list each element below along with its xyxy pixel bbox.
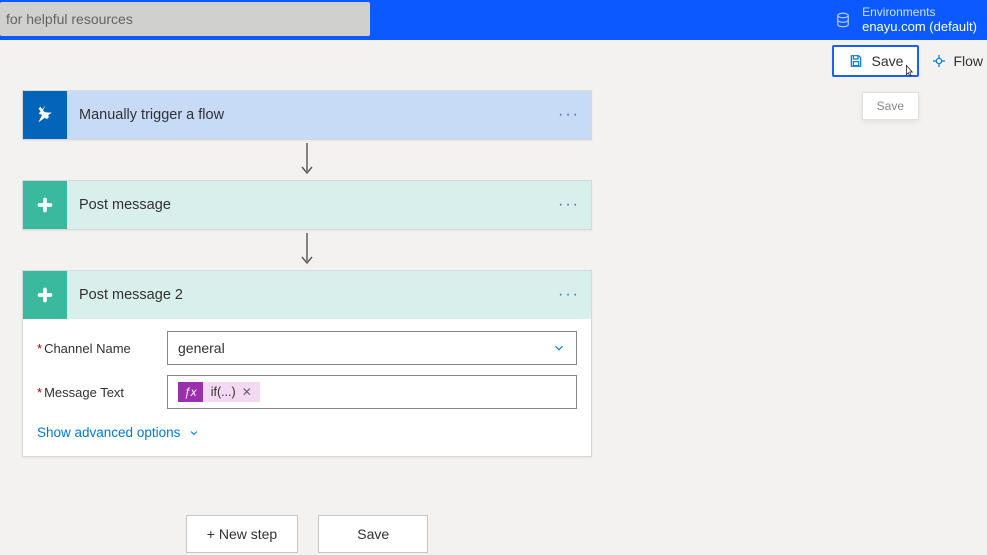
advanced-options-label: Show advanced options	[37, 425, 180, 440]
required-indicator: *	[37, 385, 42, 400]
flow-checker-icon	[931, 53, 947, 69]
action-card-post-message-2: Post message 2 ··· *Channel Name general…	[22, 270, 592, 457]
message-row: *Message Text ƒx if(...) ✕	[37, 375, 577, 409]
channel-value: general	[178, 340, 225, 356]
action2-header[interactable]: Post message 2 ···	[23, 271, 591, 319]
action1-header[interactable]: Post message ···	[23, 181, 591, 229]
action2-title: Post message 2	[67, 287, 547, 303]
footer-buttons: + New step Save	[22, 515, 592, 553]
flow-canvas: Manually trigger a flow ··· Post message…	[22, 90, 592, 553]
flow-checker-button[interactable]: Flow	[923, 47, 987, 75]
message-label: *Message Text	[37, 385, 167, 400]
trigger-header[interactable]: Manually trigger a flow ···	[23, 91, 591, 139]
chevron-down-icon	[188, 427, 200, 439]
footer-save-button[interactable]: Save	[318, 515, 428, 553]
action2-body: *Channel Name general *Message Text ƒx i…	[23, 319, 591, 456]
remove-token-button[interactable]: ✕	[242, 385, 252, 399]
fx-icon: ƒx	[178, 382, 203, 402]
trigger-menu[interactable]: ···	[547, 106, 591, 124]
slack-icon	[23, 271, 67, 319]
new-step-label: + New step	[207, 526, 277, 542]
expression-token-label: if(...)	[211, 385, 236, 399]
trigger-icon	[23, 91, 67, 139]
environments-label: Environments	[862, 5, 977, 19]
footer-save-label: Save	[357, 526, 389, 542]
slack-icon	[23, 181, 67, 229]
channel-name-dropdown[interactable]: general	[167, 331, 577, 365]
save-tooltip: Save	[862, 92, 919, 120]
channel-row: *Channel Name general	[37, 331, 577, 365]
cursor-pointer-icon	[901, 64, 917, 80]
message-text-input[interactable]: ƒx if(...) ✕	[167, 375, 577, 409]
action1-title: Post message	[67, 197, 547, 213]
database-icon	[834, 11, 852, 29]
environment-name: enayu.com (default)	[862, 19, 977, 35]
expression-token[interactable]: ƒx if(...) ✕	[178, 382, 260, 402]
required-indicator: *	[37, 341, 42, 356]
environment-switcher[interactable]: Environments enayu.com (default)	[834, 0, 977, 40]
top-bar: for helpful resources Environments enayu…	[0, 0, 987, 40]
connector-arrow	[22, 140, 592, 180]
new-step-button[interactable]: + New step	[186, 515, 298, 553]
channel-label: *Channel Name	[37, 341, 167, 356]
trigger-card[interactable]: Manually trigger a flow ···	[22, 90, 592, 140]
search-input[interactable]: for helpful resources	[0, 2, 370, 36]
action-card-post-message[interactable]: Post message ···	[22, 180, 592, 230]
connector-arrow	[22, 230, 592, 270]
action1-menu[interactable]: ···	[547, 196, 591, 214]
advanced-options-toggle[interactable]: Show advanced options	[37, 425, 577, 440]
search-placeholder: for helpful resources	[6, 11, 133, 27]
chevron-down-icon	[552, 341, 566, 355]
flow-checker-label: Flow	[953, 53, 983, 69]
save-icon	[848, 53, 864, 69]
trigger-title: Manually trigger a flow	[67, 107, 547, 123]
action2-menu[interactable]: ···	[547, 286, 591, 304]
save-button-label: Save	[872, 53, 904, 69]
